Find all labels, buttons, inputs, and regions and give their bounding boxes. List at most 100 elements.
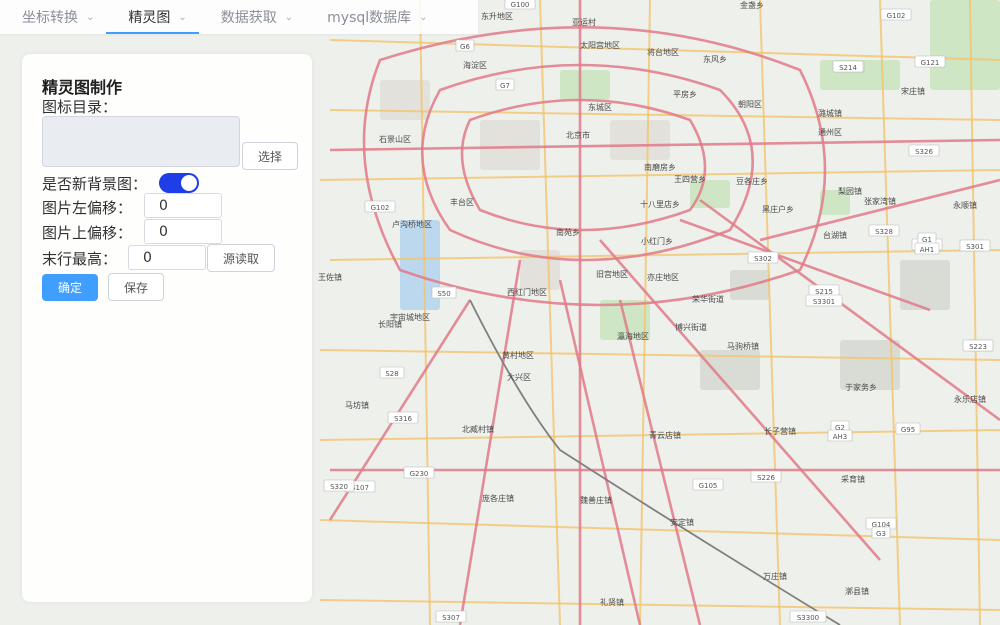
road-shield-label: AH3 — [833, 433, 848, 441]
map-area-12 — [930, 0, 1000, 90]
road-shield-label: S28 — [385, 370, 398, 378]
map-place-label: 平房乡 — [673, 89, 697, 99]
map-area-0 — [560, 70, 610, 100]
map-place-label: 通州区 — [818, 127, 842, 137]
map-place-label: 海淀区 — [463, 60, 487, 70]
map-place-label: 庞各庄镇 — [482, 493, 514, 503]
map-area-8 — [610, 120, 670, 160]
map-place-label: 亦庄地区 — [647, 272, 679, 282]
icon-dir-textarea[interactable] — [42, 116, 240, 167]
map-place-label: 魏善庄镇 — [580, 495, 612, 505]
tab-label: 坐标转换 — [22, 10, 78, 26]
map-place-label: 博兴街道 — [675, 322, 707, 332]
road-shield-label: S328 — [875, 228, 893, 236]
road-shield-label: S3300 — [797, 614, 819, 622]
road-shield-label: S302 — [754, 255, 772, 263]
road-shield-label: G95 — [901, 426, 915, 434]
tab-label: 精灵图 — [128, 10, 171, 26]
map-place-label: 东城区 — [588, 102, 612, 112]
map-place-label: 安定镇 — [670, 517, 694, 527]
map-place-label: 礼贤镇 — [600, 597, 624, 607]
select-button[interactable]: 选择 — [242, 142, 298, 170]
tab-coordinate-convert[interactable]: 坐标转换 ⌄ — [0, 0, 106, 34]
map-place-label: 丰台区 — [450, 197, 474, 207]
map-place-label: 采育镇 — [841, 474, 865, 484]
top-nav: 坐标转换 ⌄ 精灵图 ⌄ 数据获取 ⌄ mysql数据库 ⌄ — [0, 0, 478, 34]
road-shield-label: G105 — [699, 482, 718, 490]
map-place-label: 马坊镇 — [345, 400, 369, 410]
road-shield-label: S307 — [442, 614, 460, 622]
map-place-label: 瀛海地区 — [617, 331, 649, 341]
panel-title: 精灵图制作 — [42, 78, 123, 97]
top-offset-label: 图片上偏移： — [42, 224, 133, 242]
map-place-label: 万庄镇 — [763, 571, 787, 581]
road-shield-label: S226 — [757, 474, 775, 482]
tab-sprite[interactable]: 精灵图 ⌄ — [106, 0, 200, 34]
new-bg-label: 是否新背景图： — [42, 175, 148, 193]
map-place-label: 宇宙城地区 — [390, 312, 430, 322]
map-place-label: 南磨房乡 — [644, 162, 676, 172]
map-place-label: 朝阳区 — [738, 100, 762, 109]
road-shield-label: S3301 — [813, 298, 835, 306]
map-place-label: 西红门地区 — [507, 287, 547, 297]
map-place-label: 王四营乡 — [674, 174, 706, 184]
map-place-label: 将台地区 — [647, 47, 679, 57]
road-shield-label: S320 — [330, 483, 348, 491]
map-place-label: 永乐店镇 — [954, 394, 986, 404]
road-shield-label: G102 — [887, 12, 906, 20]
map-place-label: 亚运村 — [572, 17, 596, 27]
road-shield-label: G100 — [511, 1, 530, 9]
last-row-input[interactable] — [128, 245, 206, 270]
chevron-down-icon: ⌄ — [419, 11, 428, 23]
chevron-down-icon: ⌄ — [86, 11, 95, 23]
map-place-label: 小红门乡 — [641, 236, 673, 246]
confirm-button[interactable]: 确定 — [42, 274, 98, 301]
map-place-label: 南苑乡 — [556, 227, 580, 237]
map-place-label: 马驹桥镇 — [727, 341, 759, 351]
tab-label: 数据获取 — [220, 10, 277, 26]
map-place-label: 张家湾镇 — [864, 196, 896, 206]
top-offset-input[interactable] — [144, 219, 222, 244]
road-shield-label: S223 — [969, 343, 987, 351]
road-shield-label: S50 — [437, 290, 450, 298]
map-place-label: 旧宫地区 — [596, 269, 628, 279]
road-shield-label: G6 — [460, 43, 470, 51]
map-place-label: 潞城镇 — [818, 108, 842, 118]
map-place-label: 梨园镇 — [838, 186, 862, 196]
map-place-label: 卢沟桥地区 — [392, 219, 432, 229]
read-source-button[interactable]: 源读取 — [207, 244, 275, 272]
chevron-down-icon: ⌄ — [178, 11, 187, 23]
map-place-label: 于家务乡 — [845, 382, 877, 392]
toggle-knob — [181, 175, 197, 191]
icon-dir-label: 图标目录： — [42, 98, 118, 116]
map-place-label: 豆各庄乡 — [736, 176, 768, 186]
map-place-label: 东升地区 — [481, 11, 513, 21]
last-row-label: 末行最高： — [42, 250, 118, 268]
road-shield-label: G3 — [876, 530, 886, 538]
map-place-label: 长子营镇 — [764, 426, 796, 436]
road-shield-label: S326 — [915, 148, 933, 156]
left-offset-input[interactable] — [144, 193, 222, 218]
road-shield-label: S214 — [839, 64, 857, 72]
map-place-label: 石景山区 — [379, 134, 411, 144]
road-shield-label: G121 — [921, 59, 940, 67]
map-place-label: 黑庄户乡 — [762, 204, 794, 214]
map-place-label: 黄村地区 — [502, 350, 534, 360]
tab-data-fetch[interactable]: 数据获取 ⌄ — [199, 0, 305, 34]
map-place-label: 东风乡 — [703, 54, 727, 64]
map-place-label: 荣华街道 — [692, 294, 724, 304]
new-bg-toggle[interactable] — [159, 173, 199, 193]
map-area-7 — [480, 120, 540, 170]
tab-label: mysql数据库 — [327, 10, 412, 26]
road-shield-label: G230 — [410, 470, 429, 478]
road-shield-label: G102 — [371, 204, 390, 212]
map-place-label: 太阳宫地区 — [580, 40, 620, 50]
road-shield-label: AH1 — [920, 246, 935, 254]
chevron-down-icon: ⌄ — [284, 11, 294, 23]
map-place-label: 北京市 — [566, 130, 590, 140]
save-button[interactable]: 保存 — [108, 273, 164, 301]
map-place-label: 王佐镇 — [318, 272, 342, 282]
tab-mysql[interactable]: mysql数据库 ⌄ — [305, 0, 439, 34]
map-place-label: 大兴区 — [507, 372, 531, 382]
road-shield-label: S316 — [394, 415, 412, 423]
